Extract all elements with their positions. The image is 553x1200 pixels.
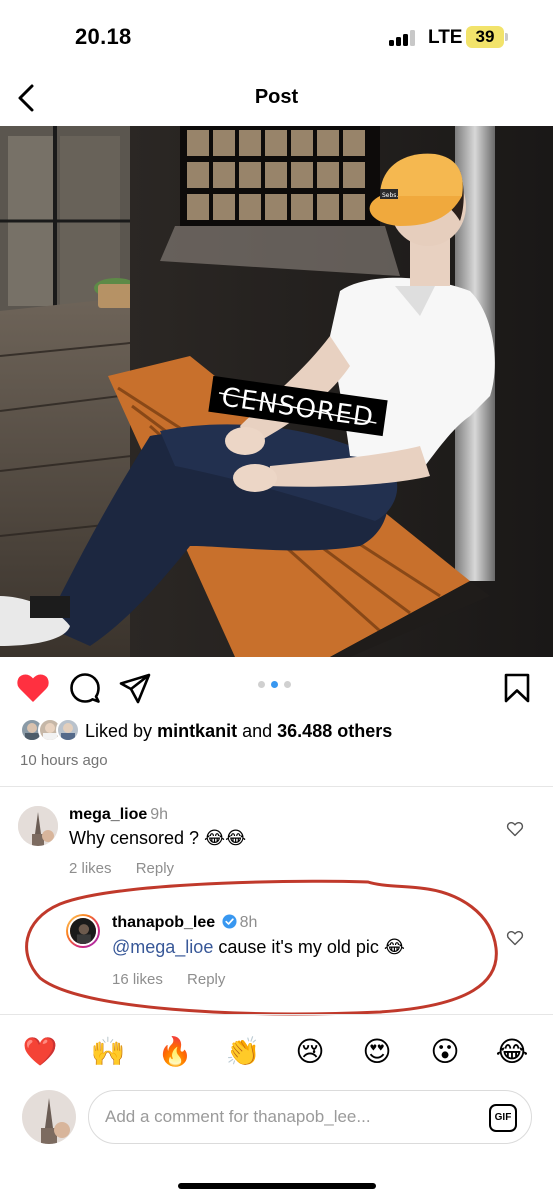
divider (0, 1014, 553, 1015)
reaction-crying[interactable]: 😢 (290, 1032, 330, 1072)
reaction-heart[interactable]: ❤️ (20, 1032, 60, 1072)
heart-outline-icon (506, 930, 524, 946)
bookmark-icon (504, 673, 530, 703)
top-navigation: Post (0, 72, 553, 126)
cap-label: Sebs. (382, 192, 398, 199)
comment-meta: 16 likes Reply (112, 971, 245, 988)
heart-filled-icon (17, 674, 49, 702)
avatar-image (22, 1090, 76, 1144)
save-button[interactable] (500, 671, 534, 705)
avatar-image (68, 916, 98, 946)
comment-like-button[interactable] (506, 820, 524, 838)
carousel-dot (284, 681, 291, 688)
avatar (56, 718, 80, 742)
reply-button[interactable]: Reply (136, 860, 174, 877)
status-bar: 20.18 LTE 39 (0, 0, 553, 72)
reply-button[interactable]: Reply (187, 971, 225, 988)
post-timestamp: 10 hours ago (20, 752, 108, 769)
carousel-dot (258, 681, 265, 688)
verified-badge-icon (222, 914, 237, 929)
liker-avatars (20, 718, 80, 744)
comment-meta: 2 likes Reply (69, 860, 194, 877)
comment-like-button[interactable] (506, 929, 524, 947)
reply-text: @mega_lioe cause it's my old pic 😂 (112, 937, 405, 957)
heart-outline-icon (506, 821, 524, 837)
comment-bubble-icon (70, 673, 100, 703)
current-user-avatar (22, 1090, 76, 1144)
signal-strength-icon (389, 30, 419, 46)
likes-summary[interactable]: Liked by mintkanit and 36.488 others (20, 716, 540, 746)
commenter-avatar[interactable] (18, 806, 58, 846)
home-indicator[interactable] (178, 1183, 376, 1189)
post-photo[interactable]: Sebs. CENSORED (0, 126, 553, 657)
reaction-raised-hands[interactable]: 🙌 (88, 1032, 128, 1072)
network-type: LTE (428, 27, 463, 48)
comment-field[interactable]: GIF (88, 1090, 532, 1144)
page-title: Post (254, 86, 299, 108)
carousel-indicator (258, 681, 294, 689)
reaction-laughing[interactable]: 😂 (492, 1032, 532, 1072)
reaction-surprised[interactable]: 😮 (425, 1032, 465, 1072)
comment-composer: GIF (0, 1086, 553, 1150)
carousel-dot-active (271, 681, 278, 688)
comment-likes[interactable]: 2 likes (69, 860, 112, 877)
post-image: Sebs. CENSORED (0, 126, 553, 657)
comment-username[interactable]: mega_lioe 9h (69, 806, 168, 824)
comment-input[interactable] (105, 1091, 465, 1143)
quick-reactions: ❤️ 🙌 🔥 👏 😢 😍 😮 😂 (0, 1030, 553, 1074)
comment-likes[interactable]: 16 likes (112, 971, 163, 988)
share-button[interactable] (118, 671, 152, 705)
battery-icon: 39 (466, 26, 504, 48)
mention-link[interactable]: @mega_lioe (112, 937, 213, 957)
comment-text: Why censored ? 😂😂 (69, 828, 247, 848)
paper-plane-icon (119, 673, 151, 704)
comment-age: 9h (150, 806, 169, 823)
divider (0, 786, 553, 787)
reply-username[interactable]: thanapob_lee 8h (112, 914, 257, 932)
liked-by-text: Liked by mintkanit and 36.488 others (85, 721, 393, 741)
liked-by-username[interactable]: mintkanit (157, 721, 237, 741)
reaction-clapping[interactable]: 👏 (223, 1032, 263, 1072)
comment-age: 8h (239, 914, 258, 931)
others-count[interactable]: 36.488 others (277, 721, 392, 741)
reply-avatar[interactable] (66, 914, 100, 948)
comment-button[interactable] (68, 671, 102, 705)
reaction-fire[interactable]: 🔥 (155, 1032, 195, 1072)
reaction-heart-eyes[interactable]: 😍 (357, 1032, 397, 1072)
avatar-image (18, 806, 58, 846)
status-time: 20.18 (75, 24, 132, 49)
gif-button[interactable]: GIF (489, 1104, 517, 1132)
battery-tip (505, 33, 508, 41)
like-button[interactable] (16, 671, 50, 705)
post-actions (0, 657, 553, 717)
